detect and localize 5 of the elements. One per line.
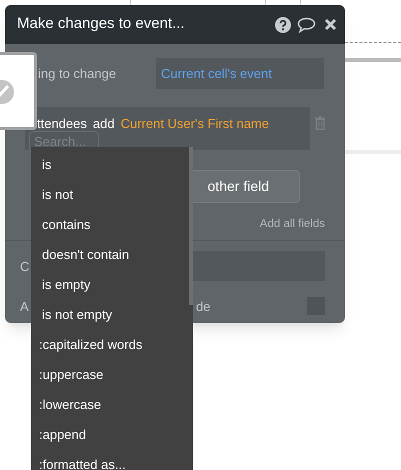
field-label: C <box>20 258 30 276</box>
field-label: A <box>20 298 29 316</box>
field-label: de <box>196 298 212 316</box>
dialog-title: Make changes to event... <box>17 14 186 34</box>
field-label: ing to change <box>37 64 118 83</box>
